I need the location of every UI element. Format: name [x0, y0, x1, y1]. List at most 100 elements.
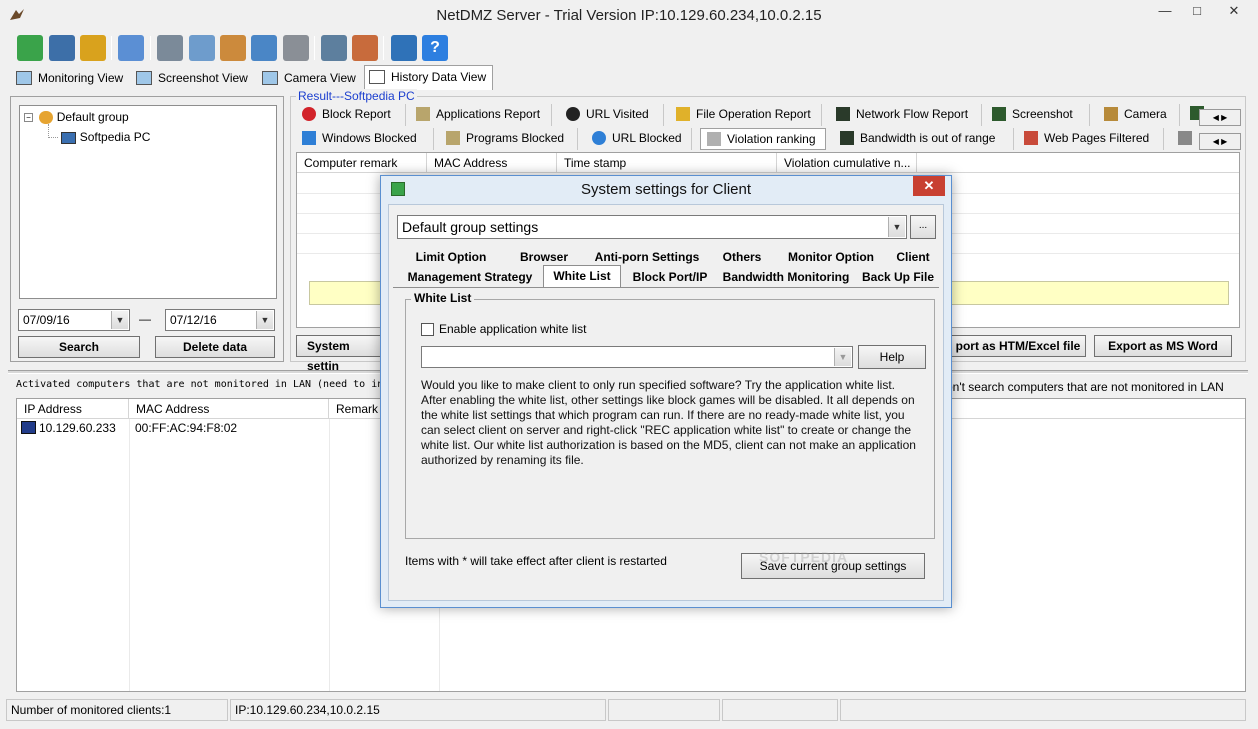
white-list-select[interactable]: ▼ — [421, 346, 853, 368]
tab-management-strategy[interactable]: Management Strategy — [401, 267, 539, 287]
restart-note: Items with * will take effect after clie… — [405, 554, 667, 568]
tab-screenshot-view[interactable]: Screenshot View — [132, 67, 254, 91]
history-icon — [369, 70, 385, 84]
date-from-picker[interactable]: 07/09/16 ▼ — [18, 309, 130, 331]
tab-scroll-arrows-row2[interactable]: ◀ ▶ — [1199, 133, 1241, 150]
dialog-close-button[interactable]: ✕ — [913, 176, 945, 196]
mail-icon[interactable] — [189, 35, 215, 61]
tab-block-report[interactable]: Block Report — [296, 104, 406, 126]
system-settings-button[interactable]: System settin — [296, 335, 386, 373]
tab-history-data-view[interactable]: History Data View — [364, 65, 494, 90]
tab-scroll-arrows-row1[interactable]: ◀ ▶ — [1199, 109, 1241, 126]
date-to-picker[interactable]: 07/12/16 ▼ — [165, 309, 275, 331]
tab-programs-blocked[interactable]: Programs Blocked — [440, 128, 578, 150]
white-list-group-label: White List — [411, 291, 475, 305]
settings-icon[interactable] — [49, 35, 75, 61]
row-mac: 00:FF:AC:94:F8:02 — [135, 421, 238, 435]
network-icon[interactable] — [251, 35, 277, 61]
column-mac-address[interactable]: MAC Address — [427, 153, 557, 173]
date-separator: — — [139, 312, 151, 326]
result-label: Result---Softpedia PC — [296, 89, 417, 103]
search-button[interactable]: Search — [18, 336, 140, 358]
toolbar-separator — [150, 36, 151, 60]
delete-data-button[interactable]: Delete data — [155, 336, 275, 358]
help-button[interactable]: Help — [858, 345, 926, 369]
chevron-down-icon[interactable]: ▼ — [834, 348, 851, 366]
tab-monitoring-view[interactable]: Monitoring View — [12, 67, 129, 91]
column-lan-mac-address[interactable]: MAC Address — [129, 399, 329, 419]
lan-search-option[interactable]: on't search computers that are not monit… — [946, 380, 1224, 394]
export-ms-word-button[interactable]: Export as MS Word — [1094, 335, 1232, 357]
computer-icon — [21, 421, 36, 434]
chevron-down-icon[interactable]: ▼ — [256, 311, 273, 329]
grid-line — [329, 419, 330, 691]
computer-icon — [61, 131, 77, 144]
softpedia-watermark: SOFTPEDIA — [759, 549, 849, 565]
help-icon[interactable]: ? — [422, 35, 448, 61]
minimize-button[interactable]: — — [1150, 0, 1180, 22]
status-cell — [608, 699, 720, 721]
result-grid-header: Computer remark MAC Address Time stamp V… — [297, 153, 1239, 173]
tree-connector — [48, 137, 58, 139]
monitor-icon[interactable] — [157, 35, 183, 61]
tab-others[interactable]: Others — [713, 247, 771, 267]
tab-camera[interactable]: Camera — [1098, 104, 1180, 126]
column-time-stamp[interactable]: Time stamp — [557, 153, 777, 173]
tab-monitor-option[interactable]: Monitor Option — [775, 247, 887, 267]
title-bar: NetDMZ Server - Trial Version IP:10.129.… — [0, 0, 1258, 32]
tab-file-operation-report[interactable]: File Operation Report — [670, 104, 822, 126]
toolbar: ? — [0, 32, 1258, 66]
tree-node-softpedia-pc[interactable]: Softpedia PC — [48, 130, 150, 144]
dialog-title: System settings for Client — [580, 181, 752, 198]
tab-white-list[interactable]: White List — [543, 265, 621, 287]
tab-url-visited[interactable]: URL Visited — [560, 104, 664, 126]
maximize-button[interactable]: □ — [1182, 0, 1212, 22]
report-icon[interactable] — [220, 35, 246, 61]
export-htm-excel-button[interactable]: port as HTM/Excel file — [950, 335, 1086, 357]
enable-white-list-checkbox[interactable] — [421, 323, 434, 336]
chevron-down-icon[interactable]: ▼ — [111, 311, 128, 329]
tab-camera-view[interactable]: Camera View — [258, 67, 362, 91]
server-icon[interactable] — [321, 35, 347, 61]
tab-windows-blocked[interactable]: Windows Blocked — [296, 128, 434, 150]
ranking-icon — [707, 132, 721, 146]
status-cell — [840, 699, 1246, 721]
tab-web-pages-filtered[interactable]: Web Pages Filtered — [1018, 128, 1164, 150]
column-ip-address[interactable]: IP Address — [17, 399, 129, 419]
tab-bandwidth-monitoring[interactable]: Bandwidth Monitoring — [719, 267, 853, 287]
more-button[interactable]: ... — [910, 215, 936, 239]
users-icon[interactable] — [80, 35, 106, 61]
cart-icon[interactable] — [391, 35, 417, 61]
tab-url-blocked[interactable]: URL Blocked — [586, 128, 692, 150]
info-icon[interactable] — [118, 35, 144, 61]
tab-applications-report[interactable]: Applications Report — [410, 104, 552, 126]
disk-icon[interactable] — [283, 35, 309, 61]
tab-browser[interactable]: Browser — [505, 247, 583, 267]
tab-client[interactable]: Client — [889, 247, 937, 267]
tab-violation-ranking[interactable]: Violation ranking — [700, 128, 826, 150]
tab-divider — [393, 287, 939, 288]
screenshot-report-icon — [992, 107, 1006, 121]
group-settings-select[interactable]: Default group settings ▼ — [397, 215, 907, 239]
tab-block-port-ip[interactable]: Block Port/IP — [625, 267, 715, 287]
tree-node-default-group[interactable]: − Default group — [24, 110, 129, 125]
group-panel: − Default group Softpedia PC 07/09/16 ▼ —… — [10, 96, 284, 362]
group-tree[interactable]: − Default group Softpedia PC — [19, 105, 277, 299]
tab-bandwidth-out-of-range[interactable]: Bandwidth is out of range — [834, 128, 1014, 150]
applications-icon — [416, 107, 430, 121]
chevron-down-icon[interactable]: ▼ — [888, 217, 905, 237]
group-icon[interactable] — [17, 35, 43, 61]
tab-anti-porn-settings[interactable]: Anti-porn Settings — [585, 247, 709, 267]
web-filter-icon — [1024, 131, 1038, 145]
column-violation-cumulative[interactable]: Violation cumulative n... — [777, 153, 917, 173]
collapse-icon[interactable]: − — [24, 113, 33, 123]
column-computer-remark[interactable]: Computer remark — [297, 153, 427, 173]
tab-screenshot[interactable]: Screenshot — [986, 104, 1090, 126]
enable-white-list-label[interactable]: Enable application white list — [439, 322, 586, 336]
tab-limit-option[interactable]: Limit Option — [401, 247, 501, 267]
tab-back-up-file[interactable]: Back Up File — [857, 267, 939, 287]
tab-network-flow-report[interactable]: Network Flow Report — [830, 104, 982, 126]
user-config-icon[interactable] — [352, 35, 378, 61]
group-users-icon — [39, 111, 54, 125]
close-button[interactable]: ✕ — [1214, 0, 1254, 22]
